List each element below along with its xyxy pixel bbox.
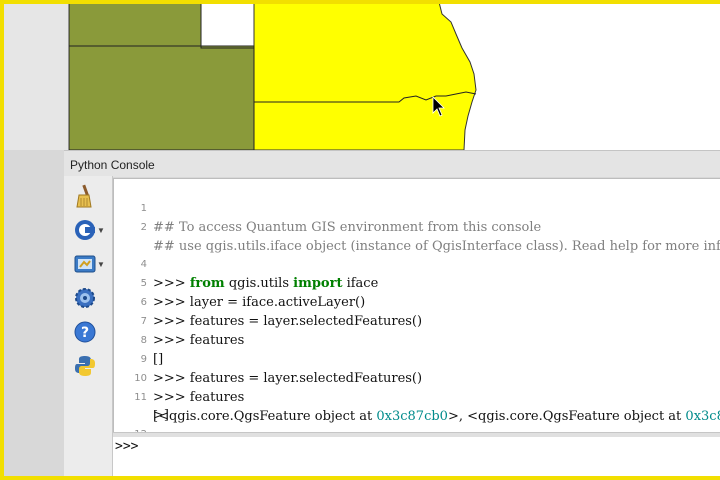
code-line-wrap: >] [114, 387, 720, 423]
settings-button[interactable] [74, 284, 108, 312]
console-toolbar: ▼ ▼ ? [64, 176, 113, 476]
code-line: 9 >>> features = layer.selectedFeatures(… [114, 331, 720, 386]
help-button[interactable]: ? [74, 318, 108, 346]
open-script-button[interactable]: ▼ [74, 250, 108, 278]
code-line: 10 >>> features [114, 350, 720, 405]
help-icon: ? [74, 321, 96, 343]
console-input-field[interactable]: >>> [113, 437, 720, 476]
map-feature-yellow [253, 4, 477, 150]
python-icon [75, 356, 95, 376]
code-line: 1 ## To access Quantum GIS environment f… [114, 180, 720, 235]
python-button[interactable] [74, 352, 108, 380]
code-line: 6 >>> features = layer.selectedFeatures(… [114, 274, 720, 329]
code-line: 12 [114, 406, 720, 433]
open-script-icon [74, 255, 96, 273]
code-line: 5 >>> layer = iface.activeLayer() [114, 255, 720, 310]
line-number: 2 [140, 222, 147, 233]
code-line: 11 [<qgis.core.QgsFeature object at 0x3c… [114, 369, 720, 424]
console-title: Python Console [70, 158, 155, 172]
console-output-editor[interactable]: 1 ## To access Quantum GIS environment f… [113, 178, 720, 433]
settings-icon [75, 288, 95, 308]
map-feature-olive-top [68, 4, 202, 47]
yellow-frame-bottom [0, 476, 720, 480]
clear-console-icon [76, 184, 92, 208]
run-command-button[interactable]: ▼ [74, 216, 108, 244]
code-line: 7 >>> features [114, 293, 720, 348]
map-canvas[interactable] [4, 4, 720, 150]
code-line: 4 >>> from qgis.utils import iface [114, 236, 720, 291]
chevron-down-icon: ▼ [97, 259, 105, 269]
svg-text:?: ? [81, 325, 89, 341]
code-comment: ## To access Quantum GIS environment fro… [153, 220, 542, 235]
input-prompt: >>> [115, 439, 139, 454]
code-line: 2 ## use qgis.utils.iface object (instan… [114, 199, 720, 254]
clear-console-button[interactable] [74, 182, 108, 210]
chevron-down-icon: ▼ [97, 225, 105, 235]
code-line: 8 [] [114, 312, 720, 367]
map-feature-olive-bottom [68, 45, 255, 150]
map-layer-svg [68, 4, 477, 150]
run-command-icon [75, 220, 95, 240]
console-title-bar: Python Console [64, 150, 720, 177]
